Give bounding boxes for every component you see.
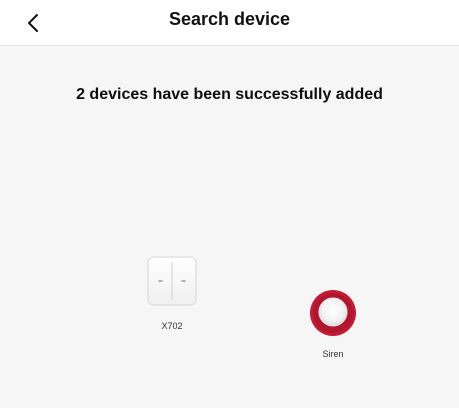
- success-message: 2 devices have been successfully added: [76, 86, 383, 103]
- device-siren[interactable]: Siren: [305, 287, 361, 359]
- siren-icon: [310, 290, 356, 336]
- wall-switch-icon: [147, 256, 197, 306]
- device-label-x702: X702: [161, 321, 183, 331]
- device-x702[interactable]: X702: [145, 255, 199, 331]
- device-label-siren: Siren: [322, 349, 344, 359]
- top-bar: Search device: [0, 0, 459, 46]
- page-title: Search device: [168, 9, 291, 29]
